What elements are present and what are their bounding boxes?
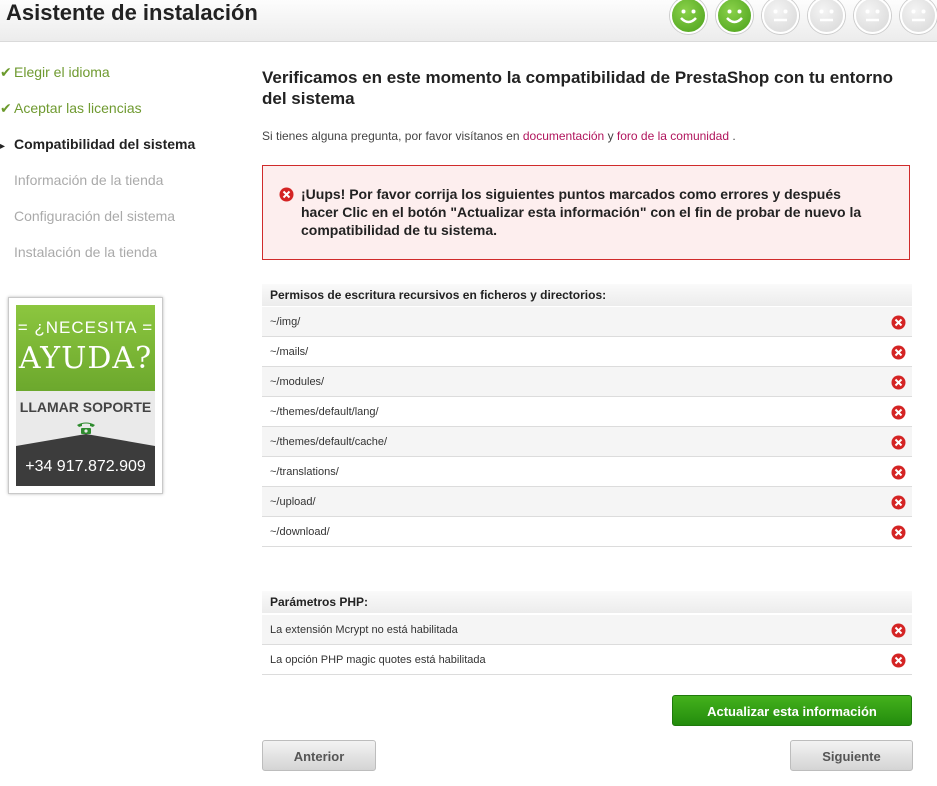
- step-label: Información de la tienda: [14, 172, 164, 188]
- step-store-installation: Instalación de la tienda: [0, 244, 157, 260]
- intro-text: Si tienes alguna pregunta, por favor vis…: [262, 129, 736, 143]
- check-row-label: ~/img/: [270, 316, 301, 328]
- error-text: ¡Uups! Por favor corrija los siguientes …: [301, 186, 862, 238]
- check-row-label: ~/download/: [270, 526, 330, 538]
- step-label: Elegir el idioma: [14, 64, 110, 80]
- step-label: Configuración del sistema: [14, 208, 176, 224]
- telephone-icon: [77, 422, 95, 434]
- update-information-button[interactable]: Actualizar esta información: [672, 695, 912, 726]
- step-system-compatibility: ▸ Compatibilidad del sistema: [0, 136, 195, 152]
- step-choose-language[interactable]: ✔ Elegir el idioma: [0, 64, 110, 81]
- next-button[interactable]: Siguiente: [790, 740, 913, 771]
- section-title: Verificamos en este momento la compatibi…: [262, 68, 894, 108]
- error-x-icon: [891, 435, 906, 450]
- checkmark-icon: ✔: [0, 100, 12, 116]
- help-need-text: = ¿NECESITA =: [17, 318, 154, 337]
- error-message-box: ¡Uups! Por favor corrija los siguientes …: [262, 165, 910, 260]
- step-accept-licenses[interactable]: ✔ Aceptar las licencias: [0, 100, 142, 117]
- page-title: Asistente de instalación: [6, 0, 258, 25]
- error-x-icon: [891, 465, 906, 480]
- smiley-happy-icon: [716, 0, 753, 34]
- check-row: ~/themes/default/lang/: [262, 397, 912, 427]
- smiley-neutral-icon: [854, 0, 891, 34]
- step-system-configuration: Configuración del sistema: [0, 208, 175, 224]
- check-row: La extensión Mcrypt no está habilitada: [262, 615, 912, 645]
- check-row-label: ~/translations/: [270, 466, 339, 478]
- documentation-link[interactable]: documentación: [523, 129, 604, 143]
- check-row: ~/mails/: [262, 337, 912, 367]
- check-row: ~/themes/default/cache/: [262, 427, 912, 457]
- previous-button[interactable]: Anterior: [262, 740, 376, 771]
- smiley-happy-icon: [670, 0, 707, 34]
- help-ayuda-text: AYUDA?: [18, 341, 153, 376]
- check-row-label: ~/themes/default/lang/: [270, 406, 379, 418]
- community-forum-link[interactable]: foro de la comunidad: [617, 129, 729, 143]
- error-x-icon: [891, 623, 906, 638]
- check-row: ~/modules/: [262, 367, 912, 397]
- smiley-neutral-icon: [808, 0, 845, 34]
- support-banner[interactable]: = ¿NECESITA = AYUDA? LLAMAR SOPORTE +34 …: [8, 297, 163, 494]
- check-row: ~/img/: [262, 307, 912, 337]
- check-row: ~/download/: [262, 517, 912, 547]
- error-x-icon: [891, 653, 906, 668]
- error-icon: [279, 187, 294, 202]
- error-x-icon: [891, 495, 906, 510]
- error-x-icon: [891, 375, 906, 390]
- bullet-arrow-icon: ▸: [0, 141, 6, 152]
- header-bar: Asistente de instalación: [0, 0, 937, 42]
- checkmark-icon: ✔: [0, 64, 12, 80]
- check-row: La opción PHP magic quotes está habilita…: [262, 645, 912, 675]
- progress-smileys: [670, 0, 937, 39]
- step-store-information: Información de la tienda: [0, 172, 163, 188]
- php-params-heading: Parámetros PHP:: [262, 591, 912, 613]
- support-phone-number: +34 917.872.909: [25, 458, 146, 475]
- step-label: Aceptar las licencias: [14, 100, 142, 116]
- error-x-icon: [891, 525, 906, 540]
- check-row-label: La opción PHP magic quotes está habilita…: [270, 654, 486, 666]
- error-x-icon: [891, 345, 906, 360]
- call-support-label: LLAMAR SOPORTE: [19, 399, 152, 415]
- check-row: ~/upload/: [262, 487, 912, 517]
- check-row-label: ~/modules/: [270, 376, 325, 388]
- error-x-icon: [891, 405, 906, 420]
- check-row-label: ~/mails/: [270, 346, 309, 358]
- step-label: Instalación de la tienda: [14, 244, 158, 260]
- check-row-label: ~/upload/: [270, 496, 316, 508]
- check-row: ~/translations/: [262, 457, 912, 487]
- error-x-icon: [891, 315, 906, 330]
- smiley-neutral-icon: [900, 0, 937, 34]
- check-row-label: ~/themes/default/cache/: [270, 436, 388, 448]
- step-label: Compatibilidad del sistema: [14, 136, 196, 152]
- smiley-neutral-icon: [762, 0, 799, 34]
- permissions-heading: Permisos de escritura recursivos en fich…: [262, 284, 912, 306]
- check-row-label: La extensión Mcrypt no está habilitada: [270, 624, 458, 636]
